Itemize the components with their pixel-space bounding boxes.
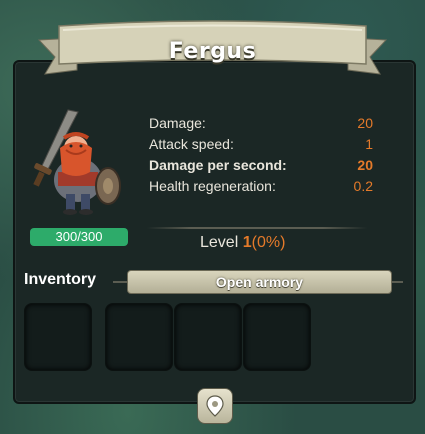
- level-display: Level 1(0%): [200, 234, 330, 256]
- stats-divider: [147, 227, 367, 229]
- hero-portrait: [28, 108, 124, 218]
- stat-label: Damage:: [149, 115, 206, 131]
- inventory-label: Inventory: [24, 271, 97, 288]
- name-banner: Fergus: [37, 12, 388, 82]
- inventory-slot[interactable]: [174, 303, 242, 371]
- stat-label: Health regeneration:: [149, 178, 276, 194]
- stat-row-dps: Damage per second: 20: [149, 155, 373, 176]
- level-progress: (0%): [251, 234, 286, 251]
- stat-value: 1: [365, 136, 373, 152]
- inventory-slot[interactable]: [243, 303, 311, 371]
- stat-label: Attack speed:: [149, 136, 234, 152]
- level-number: 1: [242, 234, 252, 251]
- dwarf-warrior-icon: [33, 109, 121, 215]
- level-label: Level: [200, 234, 239, 251]
- stats-list: Damage: 20 Attack speed: 1 Damage per se…: [149, 113, 373, 197]
- open-armory-button[interactable]: Open armory: [127, 270, 392, 294]
- stat-row-damage: Damage: 20: [149, 113, 373, 134]
- health-badge: 300/300: [30, 228, 128, 246]
- inventory-slot[interactable]: [105, 303, 173, 371]
- stat-value: 0.2: [353, 178, 373, 194]
- stat-value: 20: [357, 115, 373, 131]
- locate-hero-button[interactable]: [197, 388, 233, 424]
- hero-name: Fergus: [168, 39, 257, 64]
- stat-row-attack-speed: Attack speed: 1: [149, 134, 373, 155]
- inventory-slot[interactable]: [24, 303, 92, 371]
- stat-row-health-regen: Health regeneration: 0.2: [149, 176, 373, 197]
- stat-value: 20: [357, 157, 373, 173]
- map-pin-icon: [206, 395, 224, 417]
- stat-label: Damage per second:: [149, 157, 287, 173]
